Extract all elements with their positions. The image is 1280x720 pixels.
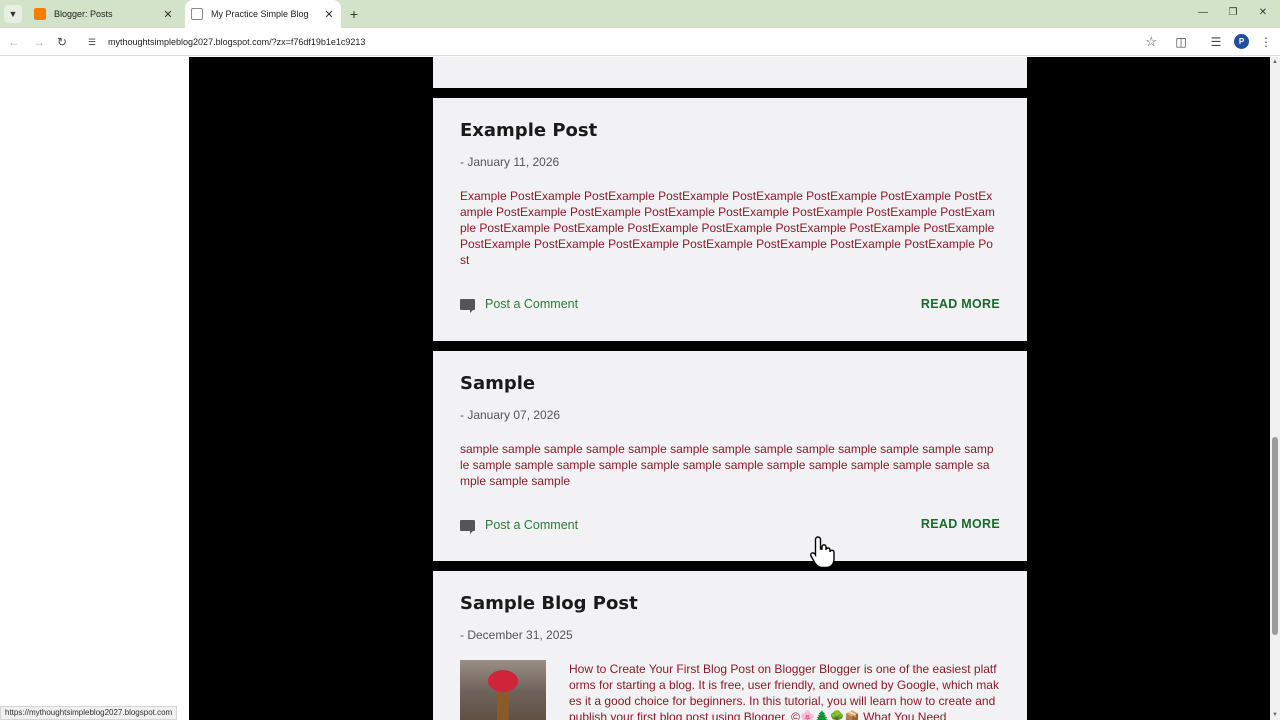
restore-icon[interactable]: ❐ bbox=[1223, 4, 1243, 22]
window-close-icon[interactable]: ✕ bbox=[1253, 4, 1273, 22]
close-icon[interactable]: ✕ bbox=[160, 8, 176, 21]
post-snippet: Example PostExample PostExample PostExam… bbox=[460, 189, 995, 267]
reload-icon[interactable]: ↻ bbox=[53, 33, 71, 51]
post-date: - December 31, 2025 bbox=[460, 628, 573, 642]
page-scrollbar[interactable]: ▲ ▼ bbox=[1270, 57, 1280, 720]
post-comment-label: Post a Comment bbox=[485, 297, 579, 311]
minimize-icon[interactable]: — bbox=[1193, 4, 1213, 22]
scrollbar-thumb[interactable] bbox=[1272, 437, 1278, 635]
post-date: - January 11, 2026 bbox=[460, 155, 560, 169]
tab-blogger-posts[interactable]: Blogger: Posts ✕ bbox=[28, 0, 180, 28]
profile-avatar[interactable]: P bbox=[1234, 34, 1249, 49]
page-viewport: Example Post - January 11, 2026 Example … bbox=[0, 57, 1270, 720]
back-icon[interactable]: ← bbox=[5, 33, 23, 51]
url-text[interactable]: mythoughtsimpleblog2027.blogspot.com/?zx… bbox=[108, 37, 365, 47]
post-comment-link[interactable]: Post a Comment bbox=[460, 518, 579, 534]
flower-pot bbox=[497, 692, 509, 720]
read-more-link[interactable]: READ MORE bbox=[921, 517, 1000, 531]
tab-search-button[interactable]: ▼ bbox=[4, 5, 22, 23]
post-comment-link[interactable]: Post a Comment bbox=[460, 297, 579, 313]
bookmark-star-icon[interactable]: ☆ bbox=[1145, 34, 1157, 50]
address-bar[interactable]: ☰ mythoughtsimpleblog2027.blogspot.com/?… bbox=[80, 31, 1165, 53]
post-card: Sample - January 07, 2026 sample sample … bbox=[433, 351, 1027, 561]
post-date: - January 07, 2026 bbox=[460, 408, 561, 422]
post-snippet: sample sample sample sample sample sampl… bbox=[460, 442, 994, 488]
post-card: Example Post - January 11, 2026 Example … bbox=[433, 98, 1027, 341]
close-icon[interactable]: ✕ bbox=[321, 8, 337, 21]
blog-favicon-icon bbox=[191, 8, 203, 20]
scroll-up-icon[interactable]: ▲ bbox=[1270, 59, 1280, 65]
browser-toolbar: ← → ↻ ☰ mythoughtsimpleblog2027.blogspot… bbox=[0, 28, 1280, 56]
tab-strip: ▼ Blogger: Posts ✕ My Practice Simple Bl… bbox=[0, 0, 1280, 28]
media-controls-icon[interactable]: ☰ bbox=[1207, 33, 1225, 51]
post-comment-label: Post a Comment bbox=[485, 518, 579, 532]
new-tab-button[interactable]: + bbox=[345, 5, 363, 23]
comment-icon bbox=[460, 298, 475, 313]
site-info-icon[interactable]: ☰ bbox=[84, 37, 100, 48]
post-snippet: How to Create Your First Blog Post on Bl… bbox=[569, 662, 999, 720]
forward-icon[interactable]: → bbox=[30, 33, 48, 51]
comment-icon bbox=[460, 519, 475, 534]
post-title[interactable]: Sample bbox=[460, 373, 535, 394]
post-card: Sample Blog Post - December 31, 2025 How… bbox=[433, 571, 1027, 720]
previous-post-card-partial bbox=[433, 57, 1027, 88]
tab-title: My Practice Simple Blog bbox=[211, 9, 309, 19]
extensions-icon[interactable]: ◫ bbox=[1172, 33, 1190, 51]
menu-kebab-icon[interactable]: ⋮ bbox=[1257, 33, 1275, 51]
tab-title: Blogger: Posts bbox=[54, 9, 113, 19]
tab-my-practice-blog[interactable]: My Practice Simple Blog ✕ bbox=[185, 0, 341, 28]
status-bar-url: https://mythoughtsimpleblog2027.blogspot… bbox=[0, 706, 178, 720]
read-more-link[interactable]: READ MORE bbox=[921, 297, 1000, 311]
post-title[interactable]: Example Post bbox=[460, 120, 597, 141]
poinsettia-flower bbox=[488, 670, 518, 692]
blogger-favicon-icon bbox=[34, 8, 46, 20]
hand-cursor-icon bbox=[809, 536, 835, 569]
post-thumbnail-image[interactable] bbox=[460, 660, 546, 720]
scroll-down-icon[interactable]: ▼ bbox=[1270, 712, 1280, 718]
post-title[interactable]: Sample Blog Post bbox=[460, 593, 638, 614]
